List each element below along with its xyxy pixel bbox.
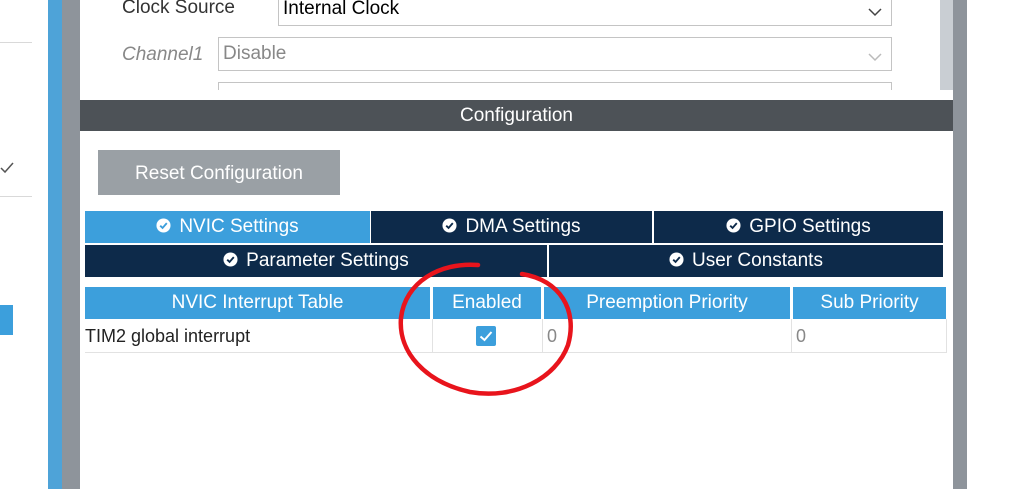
tab-nvic-settings[interactable]: NVIC Settings	[85, 211, 370, 243]
checkmark-icon	[0, 160, 14, 180]
chevron-down-icon	[867, 0, 883, 17]
channel1-label: Channel1	[122, 44, 204, 65]
sub-priority-cell[interactable]: 0	[792, 319, 947, 353]
check-circle-icon	[669, 252, 684, 267]
check-circle-icon	[442, 218, 457, 233]
check-circle-icon	[223, 252, 238, 267]
clock-source-select[interactable]: Internal Clock	[278, 0, 892, 26]
reset-configuration-button[interactable]: Reset Configuration	[98, 150, 340, 195]
chevron-down-icon	[867, 44, 883, 62]
left-panel	[0, 0, 48, 489]
enabled-checkbox[interactable]	[476, 326, 496, 346]
panel-border	[62, 0, 80, 489]
left-selection-marker	[0, 305, 13, 335]
clock-source-label: Clock Source	[122, 0, 235, 18]
left-divider	[0, 196, 32, 197]
top-scroll-track	[940, 0, 953, 90]
tab-dma-settings[interactable]: DMA Settings	[371, 211, 652, 243]
check-circle-icon	[726, 218, 741, 233]
tab-label: User Constants	[692, 250, 823, 271]
column-header-sub-priority[interactable]: Sub Priority	[793, 287, 946, 319]
column-header-enabled[interactable]: Enabled	[433, 287, 541, 319]
checkmark-icon	[479, 331, 493, 342]
panel-splitter[interactable]	[48, 0, 62, 489]
panel-border-right	[953, 0, 967, 489]
tab-label: DMA Settings	[465, 216, 581, 237]
clock-source-value: Internal Clock	[283, 0, 400, 19]
tab-user-constants[interactable]: User Constants	[549, 245, 943, 277]
check-circle-icon	[156, 218, 171, 233]
tab-label: NVIC Settings	[179, 216, 299, 237]
tab-parameter-settings[interactable]: Parameter Settings	[85, 245, 547, 277]
tab-label: Parameter Settings	[246, 250, 409, 271]
column-header-preemption-priority[interactable]: Preemption Priority	[544, 287, 790, 319]
tab-gpio-settings[interactable]: GPIO Settings	[654, 211, 943, 243]
channel1-value: Disable	[223, 43, 287, 64]
column-header-nvic-interrupt-table[interactable]: NVIC Interrupt Table	[85, 287, 430, 319]
left-divider	[0, 42, 32, 43]
right-margin	[967, 0, 1024, 489]
table-row-name-cell: TIM2 global interrupt	[85, 319, 433, 353]
channel1-select[interactable]: Disable	[218, 37, 892, 71]
preemption-priority-cell[interactable]: 0	[543, 319, 792, 353]
tab-label: GPIO Settings	[749, 216, 871, 237]
next-field-partial	[218, 82, 892, 90]
configuration-header: Configuration	[80, 100, 953, 131]
